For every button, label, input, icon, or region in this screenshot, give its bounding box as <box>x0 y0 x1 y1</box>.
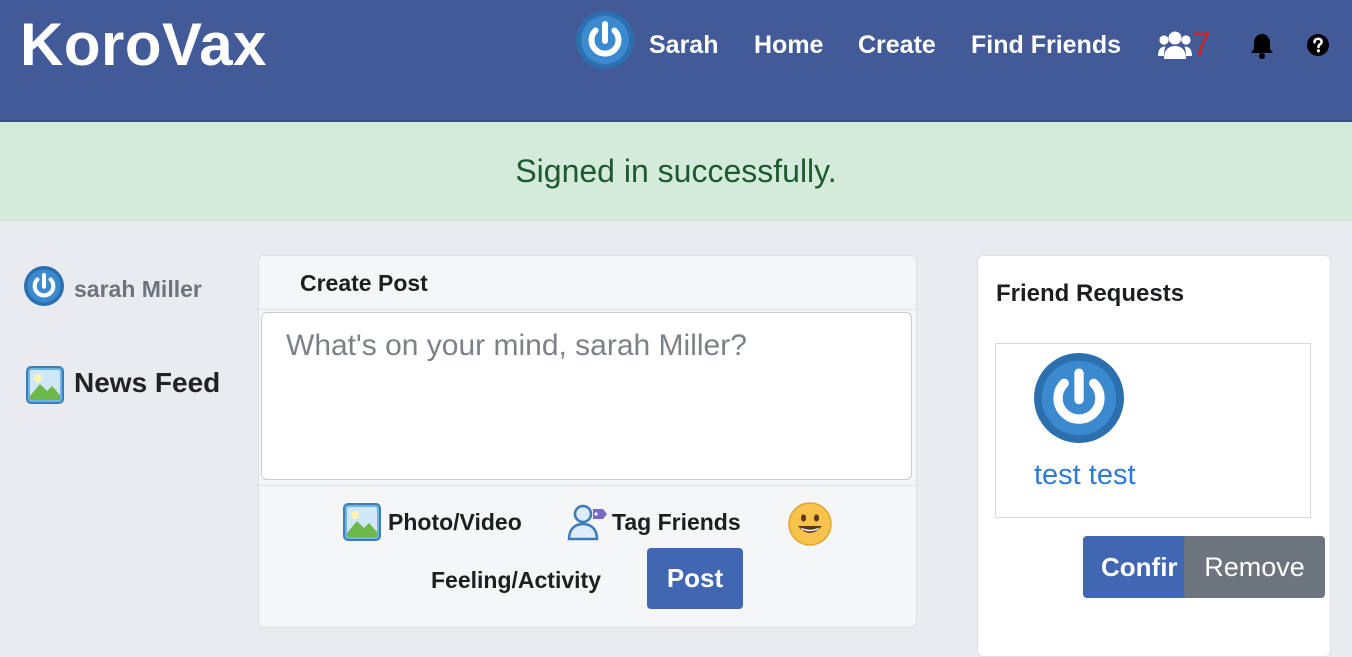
feeling-activity-button[interactable]: Feeling/Activity <box>431 566 601 594</box>
friend-request-name-link[interactable]: test test <box>1034 458 1136 492</box>
friend-requests-card: Friend Requests test test Confir Remove <box>977 255 1331 657</box>
sidebar-item-label: News Feed <box>74 367 221 398</box>
sidebar-user-name: sarah Miller <box>74 276 202 302</box>
users-icon <box>1158 31 1192 59</box>
post-submit-button[interactable]: Post <box>647 548 743 609</box>
flash-message: Signed in successfully. <box>515 153 837 189</box>
post-content-input[interactable] <box>261 312 912 480</box>
flash-alert: Signed in successfully. <box>0 122 1352 221</box>
nav-find-friends-link[interactable]: Find Friends <box>971 30 1121 60</box>
friend-requests-title: Friend Requests <box>996 280 1185 307</box>
top-navbar: KoroVax Sarah Home Create Find Friends 7 <box>0 0 1352 122</box>
brand-logo[interactable]: KoroVax <box>20 12 267 78</box>
nav-user-link[interactable]: Sarah <box>649 30 718 60</box>
photo-icon <box>26 366 64 404</box>
question-circle-icon[interactable] <box>1306 33 1330 57</box>
photo-icon <box>343 503 381 541</box>
create-post-card: Create Post Photo/Video Tag Friends Feel… <box>258 255 917 628</box>
create-post-header: Create Post <box>259 256 916 310</box>
bell-icon[interactable] <box>1249 32 1275 60</box>
tag-friends-label: Tag Friends <box>612 509 741 535</box>
friend-request-item: test test <box>995 343 1311 518</box>
create-post-title: Create Post <box>300 270 428 296</box>
photo-video-label: Photo/Video <box>388 509 522 535</box>
smiley-face-icon[interactable] <box>788 502 832 546</box>
nav-home-link[interactable]: Home <box>754 30 823 60</box>
divider <box>259 485 916 486</box>
tag-person-icon <box>567 504 607 541</box>
power-avatar-icon[interactable] <box>1034 353 1124 443</box>
remove-request-button[interactable]: Remove <box>1184 536 1325 598</box>
friend-requests-count: 7 <box>1192 26 1211 64</box>
nav-create-link[interactable]: Create <box>858 30 936 60</box>
power-avatar-icon[interactable] <box>576 11 634 69</box>
power-avatar-icon <box>24 266 64 306</box>
